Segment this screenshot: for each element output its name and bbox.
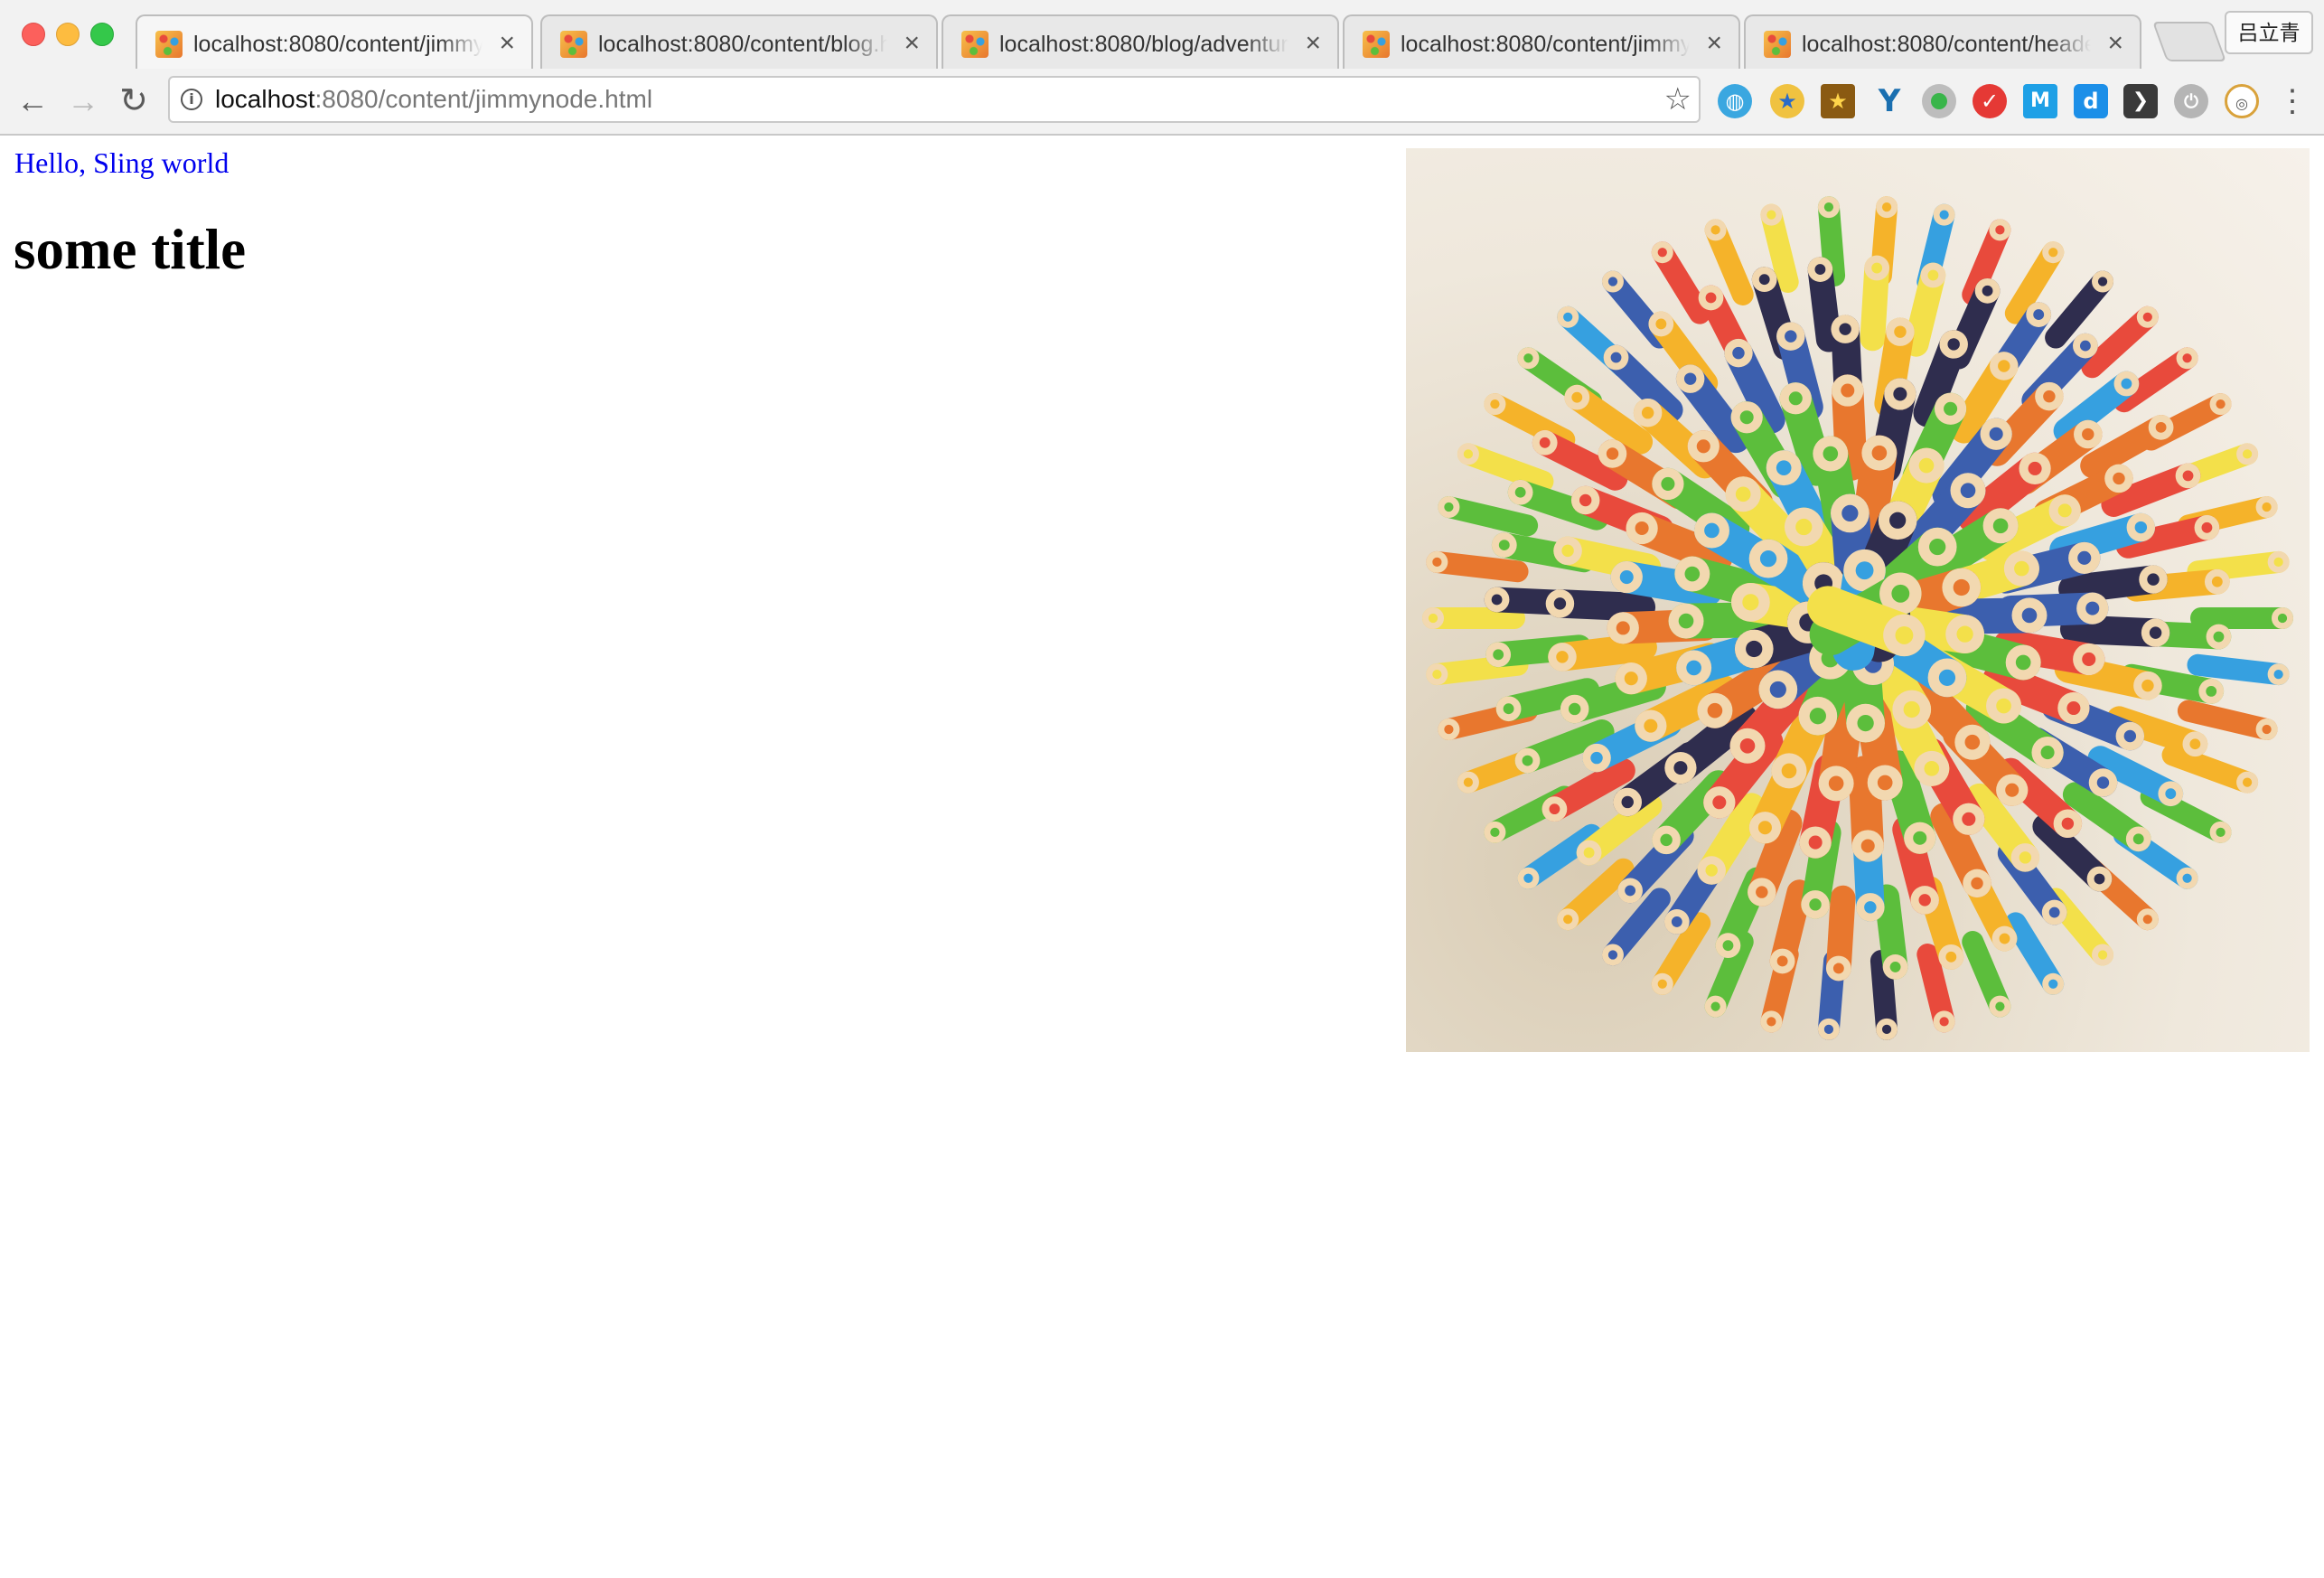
back-arrow-icon[interactable]: ← [13, 81, 52, 121]
reload-icon[interactable]: ↻ [114, 81, 154, 121]
browser-tab[interactable]: localhost:8080/blog/adventures.html × [942, 14, 1339, 69]
close-icon[interactable]: × [904, 27, 920, 60]
pencil-art [1422, 196, 2293, 1040]
green-dot-extension-icon[interactable] [1922, 84, 1956, 118]
pencil-tip [1874, 884, 1908, 980]
favicon-icon [155, 31, 183, 58]
info-icon[interactable]: i [181, 89, 202, 110]
pencil-tip [1704, 219, 1754, 305]
pencil-tip [1825, 885, 1856, 982]
url-path: :8080/content/jimmynode.html [314, 85, 653, 113]
star-badge-extension-icon[interactable]: ★ [1770, 84, 1804, 118]
pencil-tip [1457, 443, 1554, 493]
target-extension-icon[interactable]: ◎ [2225, 84, 2259, 118]
pencil-tip [2062, 782, 2151, 852]
y-logo-extension-icon[interactable]: Y [1872, 84, 1907, 118]
close-icon[interactable]: × [499, 27, 515, 60]
pencil-tip [2045, 270, 2114, 349]
page-title: some title [14, 218, 247, 281]
kebab-menu-icon[interactable]: ⋮ [2277, 83, 2308, 119]
url-text[interactable]: localhost:8080/content/jimmynode.html [215, 78, 652, 121]
tab-title: localhost:8080/content/jimmynode.html [193, 32, 483, 57]
profile-button[interactable]: 吕立青 [2225, 11, 2313, 54]
pencil-tip [2161, 744, 2259, 794]
address-bar[interactable]: i localhost:8080/content/jimmynode.html … [168, 76, 1701, 123]
tab-title: localhost:8080/blog/adventures.html [999, 32, 1289, 57]
zoom-window-button[interactable] [90, 23, 114, 46]
tab-strip: localhost:8080/content/jimmynode.html × … [136, 11, 2214, 69]
pencil-tip [1807, 257, 1841, 352]
close-icon[interactable]: × [1305, 27, 1321, 60]
pencil-tip [1542, 757, 1635, 822]
bookmark-star-icon[interactable]: ☆ [1664, 81, 1691, 117]
url-host: localhost [215, 85, 315, 113]
tab-title: localhost:8080/content/blog.html [598, 32, 887, 57]
close-icon[interactable]: × [2107, 27, 2123, 60]
d-logo-extension-icon[interactable]: d [2074, 84, 2108, 118]
bookmark-star-extension-icon[interactable]: ★ [1821, 84, 1855, 118]
pencil-tip [1962, 931, 2011, 1018]
colored-pencils-photo [1406, 148, 2310, 1052]
browser-tab[interactable]: localhost:8080/content/blog.html × [540, 14, 938, 69]
close-icon[interactable]: × [1706, 27, 1722, 60]
pencil-tip [1517, 823, 1603, 889]
terminal-extension-icon[interactable]: ❯ [2123, 84, 2158, 118]
pencil-tip [2081, 305, 2159, 379]
favicon-icon [1363, 31, 1390, 58]
power-extension-icon[interactable]: ⏻ [2174, 84, 2208, 118]
pencil-tip [2032, 813, 2113, 892]
browser-tab[interactable]: localhost:8080/content/jimmynode.html × [1343, 14, 1740, 69]
tab-title: localhost:8080/content/jimmynode.html [1401, 32, 1690, 57]
forward-arrow-icon[interactable]: → [63, 81, 103, 121]
check-extension-icon[interactable]: ✓ [1973, 84, 2007, 118]
pencil-tip [1603, 344, 1683, 423]
pencil-tip [1651, 241, 1711, 324]
hello-link[interactable]: Hello, Sling world [14, 146, 229, 180]
pencil-tip [1860, 255, 1890, 352]
pencil-tip [2004, 912, 2065, 995]
pencil-tip [1557, 858, 1635, 931]
pencil-tip [1769, 879, 1813, 974]
pencil-tip [1903, 262, 1946, 357]
close-window-button[interactable] [22, 23, 45, 46]
favicon-icon [560, 31, 587, 58]
pencil-tip [1564, 384, 1654, 455]
m-logo-extension-icon[interactable]: M [2023, 84, 2057, 118]
favicon-icon [961, 31, 989, 58]
browser-tab[interactable]: localhost:8080/content/header.html × [1744, 14, 2141, 69]
browser-tab[interactable]: localhost:8080/content/jimmynode.html × [136, 14, 533, 69]
pencil-tip [2080, 414, 2174, 479]
page-viewport: Hello, Sling world some title [0, 136, 2324, 1578]
pencil-tip [2113, 347, 2198, 413]
browser-chrome: localhost:8080/content/jimmynode.html × … [0, 0, 2324, 136]
pencil-tip [1601, 888, 1671, 966]
globe-extension-icon[interactable]: ◍ [1718, 84, 1752, 118]
tab-title: localhost:8080/content/header.html [1802, 32, 2091, 57]
favicon-icon [1764, 31, 1791, 58]
minimize-window-button[interactable] [56, 23, 80, 46]
browser-toolbar: ← → ↻ i localhost:8080/content/jimmynode… [0, 72, 2324, 132]
